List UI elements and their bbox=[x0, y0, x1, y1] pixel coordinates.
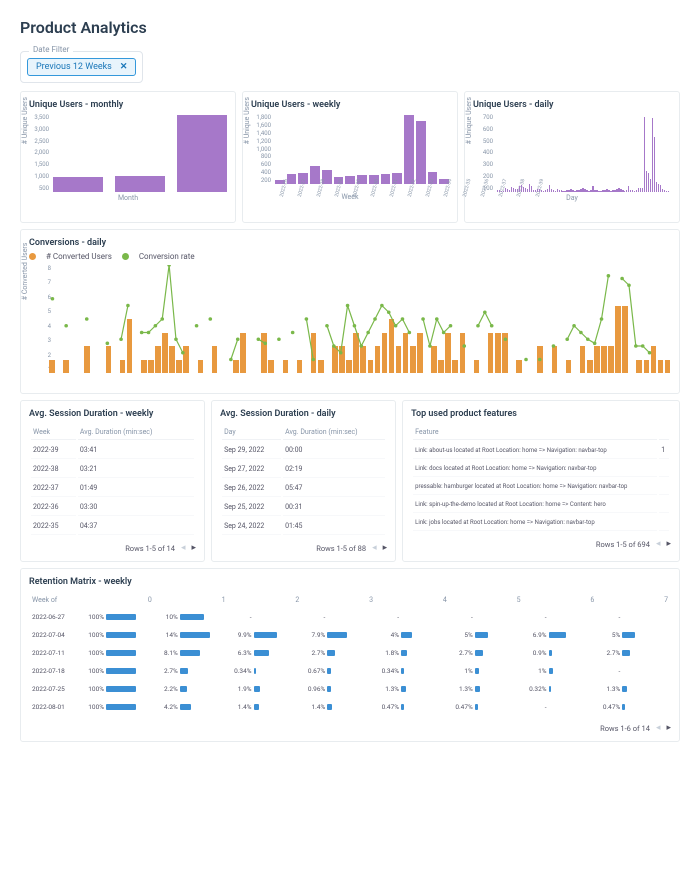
card-retention: Retention Matrix - weekly Week of0123456… bbox=[20, 568, 680, 742]
table-row[interactable]: 2022-3603:30 bbox=[31, 499, 194, 516]
table-row[interactable]: Link: jobs located at Root Location: hom… bbox=[413, 515, 669, 531]
card-title: Unique Users - daily bbox=[473, 100, 671, 110]
pager-text: Rows 1-5 of 88 bbox=[316, 544, 366, 553]
pager-prev-icon[interactable]: ◂ bbox=[656, 539, 661, 549]
table-row[interactable]: Sep 25, 202200:31 bbox=[222, 499, 385, 516]
legend-dot-rate bbox=[122, 253, 129, 260]
table-row: 2022-07-25100%2.2%1.9%0.96%1.3%1.3%0.32%… bbox=[31, 681, 669, 697]
pager: Rows 1-5 of 14 ◂ ▸ bbox=[29, 537, 196, 553]
close-icon[interactable]: ✕ bbox=[120, 62, 128, 72]
pager-next-icon[interactable]: ▸ bbox=[666, 539, 671, 549]
pager-next-icon[interactable]: ▸ bbox=[192, 543, 197, 553]
card-title: Unique Users - monthly bbox=[29, 100, 227, 110]
table-row: 2022-06-27100%10%------ bbox=[31, 609, 669, 625]
card-title: Unique Users - weekly bbox=[251, 100, 449, 110]
pager-text: Rows 1-6 of 14 bbox=[600, 724, 650, 733]
date-filter-value: Previous 12 Weeks bbox=[36, 62, 112, 72]
table-row: 2022-07-11100%8.1%6.3%2.7%1.8%2.7%0.9%2.… bbox=[31, 645, 669, 661]
table-row[interactable]: Link: spin-up-the-demo located at Root L… bbox=[413, 497, 669, 513]
date-filter-chip[interactable]: Previous 12 Weeks ✕ bbox=[27, 58, 136, 76]
page-title: Product Analytics bbox=[20, 18, 680, 37]
card-title: Avg. Session Duration - weekly bbox=[29, 409, 196, 419]
chart-daily: # Unique Users700600500400300200100Day bbox=[473, 114, 671, 214]
card-title: Avg. Session Duration - daily bbox=[220, 409, 387, 419]
legend-label-a: # Converted Users bbox=[46, 252, 112, 261]
pager-next-icon[interactable]: ▸ bbox=[383, 543, 388, 553]
table-row[interactable]: Sep 27, 202202:19 bbox=[222, 461, 385, 478]
card-session-daily: Avg. Session Duration - daily DayAvg. Du… bbox=[211, 400, 396, 562]
pager: Rows 1-5 of 694 ◂ ▸ bbox=[411, 533, 671, 549]
table-row: 2022-07-04100%14%9.9%7.9%4%5%6.9%5% bbox=[31, 627, 669, 643]
chart-monthly: # Unique Users3,5003,0002,5002,0001,5001… bbox=[29, 114, 227, 214]
table-row[interactable]: 2022-3903:41 bbox=[31, 442, 194, 459]
table-session-daily: DayAvg. Duration (min:sec)Sep 29, 202200… bbox=[220, 423, 387, 537]
pager: Rows 1-6 of 14 ◂ ▸ bbox=[29, 717, 671, 733]
card-title: Retention Matrix - weekly bbox=[29, 577, 671, 587]
table-row[interactable]: 2022-3701:49 bbox=[31, 480, 194, 497]
pager: Rows 1-5 of 88 ◂ ▸ bbox=[220, 537, 387, 553]
table-row[interactable]: Sep 24, 202201:45 bbox=[222, 518, 385, 535]
card-session-weekly: Avg. Session Duration - weekly WeekAvg. … bbox=[20, 400, 205, 562]
pager-text: Rows 1-5 of 14 bbox=[125, 544, 175, 553]
legend-dot-converted bbox=[29, 253, 36, 260]
table-row[interactable]: Sep 29, 202200:00 bbox=[222, 442, 385, 459]
card-unique-weekly: Unique Users - weekly # Unique Users1,80… bbox=[242, 91, 458, 223]
legend-label-b: Conversion rate bbox=[139, 252, 195, 261]
table-features: FeatureLink: about-us located at Root Lo… bbox=[411, 423, 671, 533]
table-row[interactable]: pressable: hamburger located at Root Loc… bbox=[413, 479, 669, 495]
table-row[interactable]: Link: docs located at Root Location: hom… bbox=[413, 461, 669, 477]
chart-weekly: # Unique Users1,8001,6001,4001,2001,0008… bbox=[251, 114, 449, 214]
card-unique-daily: Unique Users - daily # Unique Users70060… bbox=[464, 91, 680, 223]
table-row: 2022-08-01100%4.2%1.4%1.4%0.47%0.47%-0.4… bbox=[31, 699, 669, 715]
table-row[interactable]: 2022-3504:37 bbox=[31, 518, 194, 535]
card-title: Conversions - daily bbox=[29, 238, 671, 248]
card-unique-monthly: Unique Users - monthly # Unique Users3,5… bbox=[20, 91, 236, 223]
table-row[interactable]: 2022-3803:21 bbox=[31, 461, 194, 478]
pager-prev-icon[interactable]: ◂ bbox=[656, 723, 661, 733]
pager-prev-icon[interactable]: ◂ bbox=[372, 543, 377, 553]
legend: # Converted Users Conversion rate bbox=[29, 252, 671, 261]
table-row: 2022-07-18100%2.7%0.34%0.67%0.34%1%1%- bbox=[31, 663, 669, 679]
table-row[interactable]: Sep 26, 202205:47 bbox=[222, 480, 385, 497]
card-title: Top used product features bbox=[411, 409, 671, 419]
dashboard-page: Product Analytics Date Filter Previous 1… bbox=[0, 0, 700, 766]
date-filter-label: Date Filter bbox=[29, 45, 73, 54]
date-filter-group: Date Filter Previous 12 Weeks ✕ bbox=[20, 51, 143, 83]
card-features: Top used product features FeatureLink: a… bbox=[402, 400, 680, 562]
table-session-weekly: WeekAvg. Duration (min:sec)2022-3903:412… bbox=[29, 423, 196, 537]
table-retention: Week of012345672022-06-27100%10%------20… bbox=[29, 591, 671, 717]
chart-conversions: # Converted Users87654321 bbox=[29, 265, 671, 385]
table-row[interactable]: Link: about-us located at Root Location:… bbox=[413, 442, 669, 459]
card-conversions: Conversions - daily # Converted Users Co… bbox=[20, 229, 680, 394]
pager-text: Rows 1-5 of 694 bbox=[596, 540, 650, 549]
pager-next-icon[interactable]: ▸ bbox=[666, 723, 671, 733]
pager-prev-icon[interactable]: ◂ bbox=[181, 543, 186, 553]
